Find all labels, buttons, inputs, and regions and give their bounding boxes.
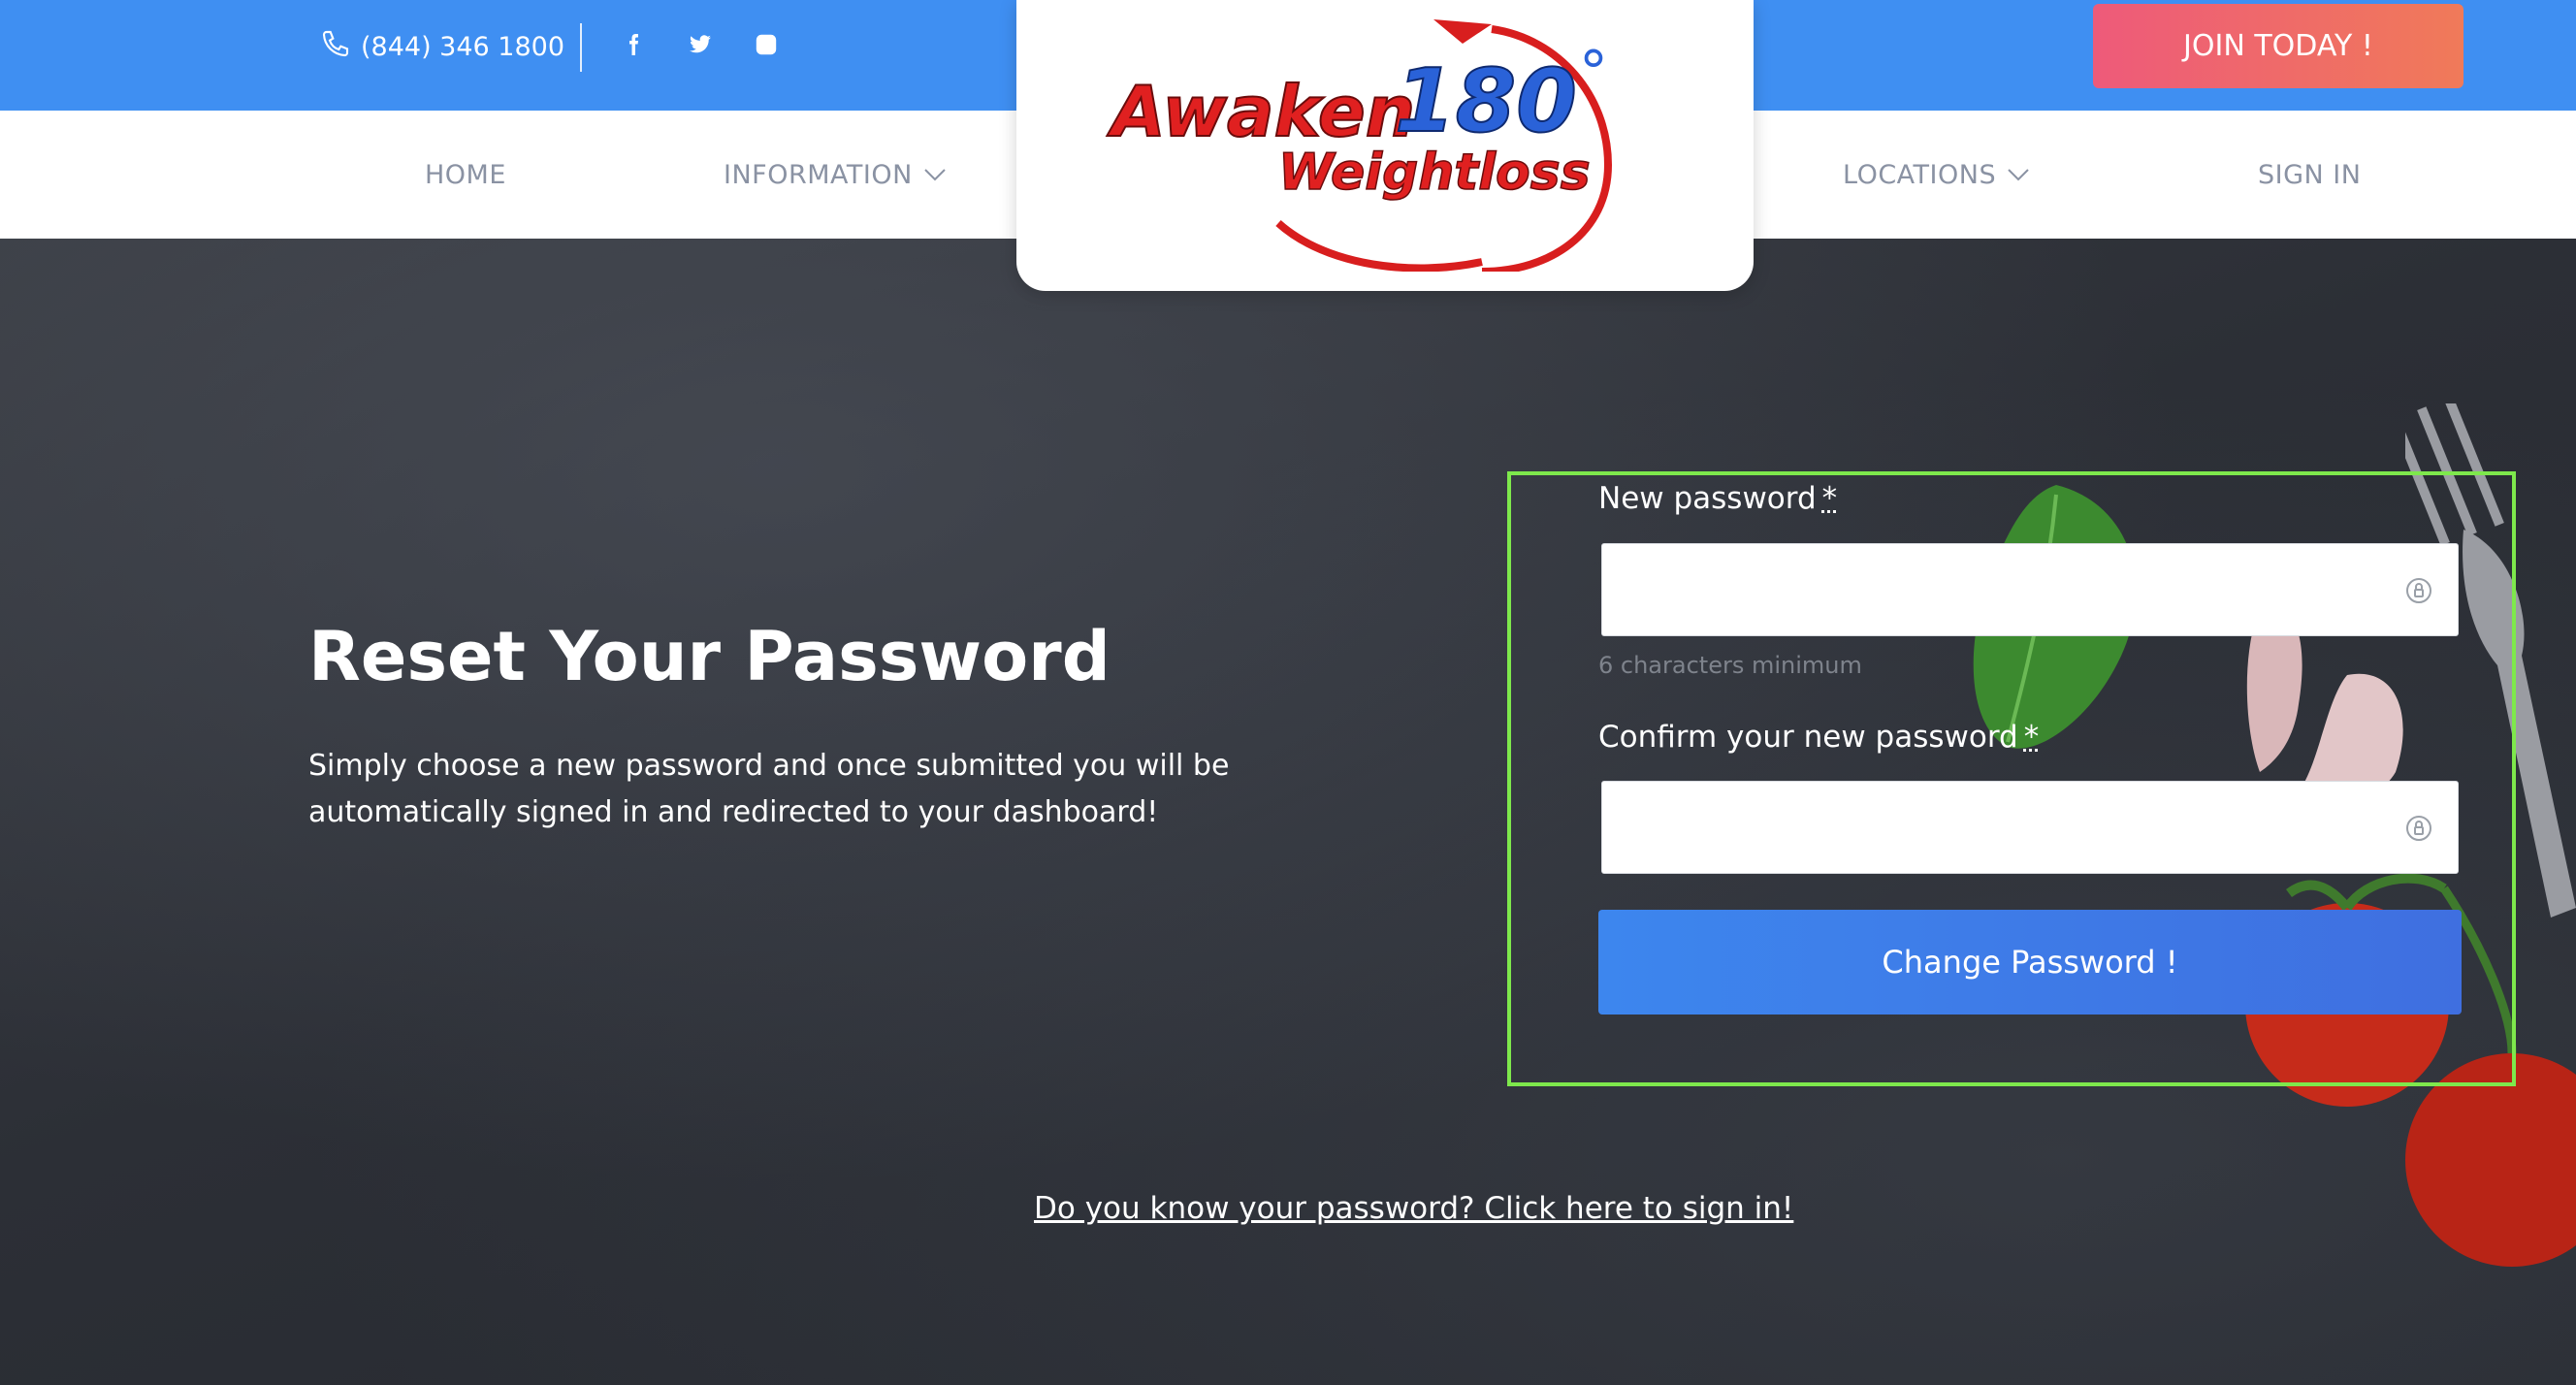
phone-icon (320, 28, 351, 66)
awaken180-logo: Awaken 180 ° Weightloss (1106, 19, 1613, 272)
nav-home[interactable]: HOME (425, 111, 506, 239)
instagram-icon[interactable] (751, 29, 782, 60)
nav-sign-in[interactable]: SIGN IN (2258, 111, 2361, 239)
change-password-button[interactable]: Change Password ! (1598, 910, 2462, 1015)
nav-home-label: HOME (425, 159, 506, 190)
nav-locations[interactable]: LOCATIONS (1843, 111, 2029, 239)
password-manager-icon[interactable] (2403, 575, 2434, 606)
nav-sign-in-label: SIGN IN (2258, 159, 2362, 190)
phone-number: (844) 346 1800 (361, 31, 565, 62)
page-title: Reset Your Password (308, 617, 1111, 696)
confirm-password-label-text: Confirm your new password (1598, 720, 2018, 755)
header-divider (580, 23, 582, 72)
chevron-down-icon (924, 169, 946, 181)
facebook-icon[interactable] (618, 29, 649, 60)
password-manager-icon[interactable] (2403, 813, 2434, 844)
required-mark: * (2023, 720, 2040, 755)
chevron-down-icon (2008, 169, 2029, 181)
logo-card[interactable]: Awaken 180 ° Weightloss (1016, 0, 1754, 291)
logo-text-awaken: Awaken (1107, 71, 1415, 152)
page-description: Simply choose a new password and once su… (308, 749, 1230, 829)
nav-information[interactable]: INFORMATION (724, 111, 946, 239)
confirm-password-input[interactable] (1601, 781, 2459, 874)
password-hint: 6 characters minimum (1598, 652, 1862, 679)
twitter-icon[interactable] (685, 29, 716, 60)
nav-locations-label: LOCATIONS (1843, 159, 1997, 190)
logo-degree: ° (1579, 39, 1608, 107)
new-password-label-text: New password (1598, 481, 1817, 516)
logo-text-180: 180 (1395, 50, 1577, 152)
nav-information-label: INFORMATION (724, 159, 913, 190)
phone-link[interactable]: (844) 346 1800 (320, 27, 564, 66)
sign-in-link[interactable]: Do you know your password? Click here to… (1034, 1191, 1793, 1226)
confirm-password-label: Confirm your new password * (1598, 720, 2039, 755)
join-today-button[interactable]: JOIN TODAY ! (2093, 4, 2463, 88)
logo-text-weightloss: Weightloss (1278, 144, 1591, 202)
new-password-input[interactable] (1601, 543, 2459, 636)
new-password-label: New password * (1598, 481, 1837, 516)
required-mark: * (1821, 481, 1838, 516)
